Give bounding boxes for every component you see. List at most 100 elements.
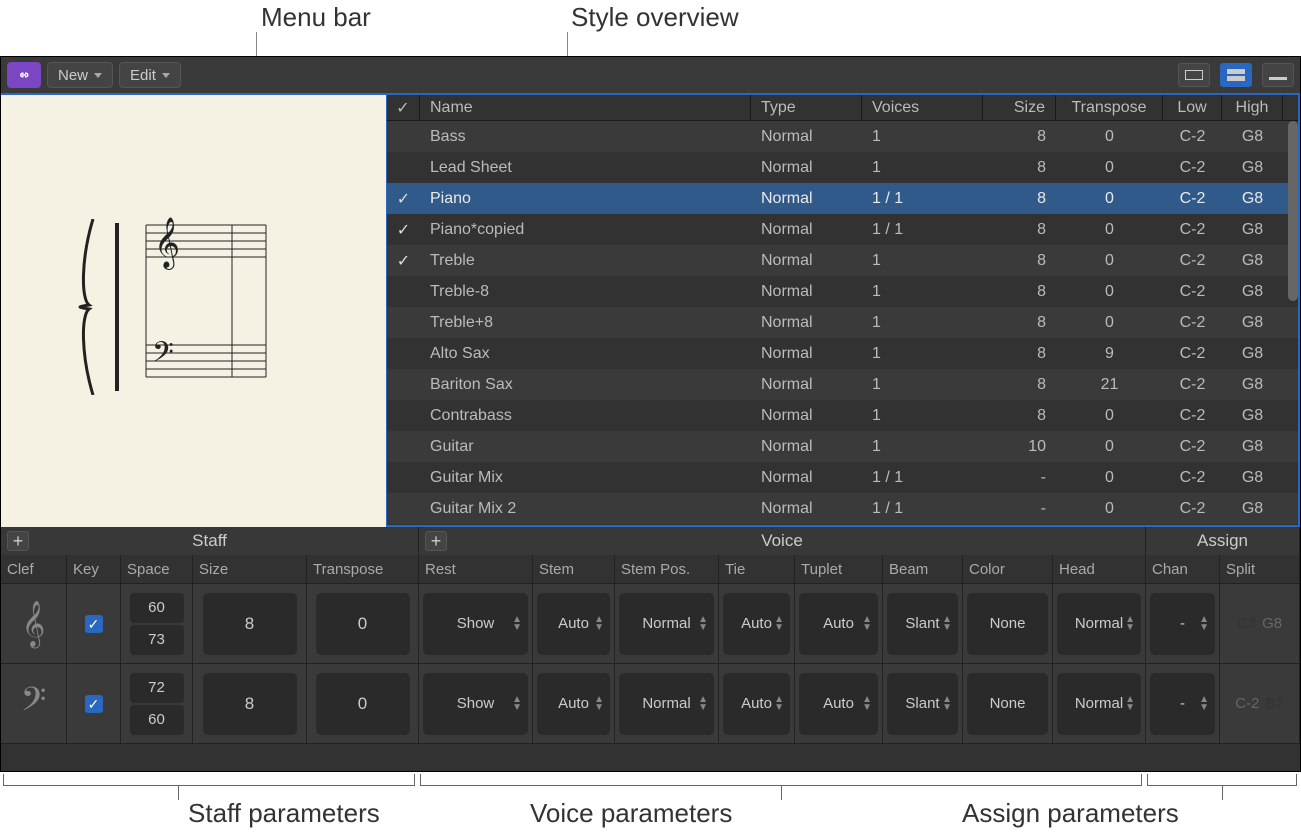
col-low[interactable]: Low xyxy=(1163,95,1222,120)
col-size[interactable]: Size xyxy=(983,95,1056,120)
hdr-head: Head xyxy=(1053,555,1146,583)
chan-select[interactable]: -▲▼ xyxy=(1150,593,1215,655)
row-check[interactable] xyxy=(387,493,420,524)
row-check[interactable] xyxy=(387,400,420,431)
new-menu[interactable]: New xyxy=(47,62,113,88)
space-top[interactable]: 72 xyxy=(130,673,184,703)
row-low: C-2 xyxy=(1163,400,1222,431)
scrollbar[interactable] xyxy=(1288,121,1298,301)
clef-icon: 𝄞 xyxy=(22,600,46,647)
view-dual[interactable] xyxy=(1220,63,1252,87)
space-bottom[interactable]: 73 xyxy=(130,625,184,655)
view-bottom-icon xyxy=(1269,70,1287,80)
col-type[interactable]: Type xyxy=(751,95,862,120)
transpose-value[interactable]: 0 xyxy=(316,593,410,655)
beam-select[interactable]: Slant▲▼ xyxy=(887,593,958,655)
chan-cell: -▲▼ xyxy=(1146,584,1220,663)
overview-row[interactable]: ✓TrebleNormal180C-2G8 xyxy=(387,245,1298,276)
row-voices: 1 xyxy=(862,245,983,276)
stepper-icon: ▲▼ xyxy=(1199,696,1209,712)
key-checkbox[interactable]: ✓ xyxy=(85,695,103,713)
transpose-value[interactable]: 0 xyxy=(316,673,410,735)
row-high: G8 xyxy=(1222,307,1283,338)
row-check[interactable]: ✓ xyxy=(387,183,420,214)
view-bottom[interactable] xyxy=(1262,63,1294,87)
split-cell[interactable]: C3G8 xyxy=(1220,584,1300,663)
row-check[interactable] xyxy=(387,338,420,369)
overview-row[interactable]: Guitar MixNormal1 / 1-0C-2G8 xyxy=(387,462,1298,493)
overview-row[interactable]: Treble+8Normal180C-2G8 xyxy=(387,307,1298,338)
row-check[interactable] xyxy=(387,152,420,183)
add-staff-button[interactable]: + xyxy=(7,531,29,551)
overview-row[interactable]: GuitarNormal1100C-2G8 xyxy=(387,431,1298,462)
row-check[interactable] xyxy=(387,462,420,493)
row-type: Normal xyxy=(751,524,862,525)
beam-select[interactable]: Slant▲▼ xyxy=(887,673,958,735)
overview-row[interactable]: Alto SaxNormal189C-2G8 xyxy=(387,338,1298,369)
col-transpose[interactable]: Transpose xyxy=(1056,95,1163,120)
row-voices: 1 xyxy=(862,338,983,369)
stempos-select[interactable]: Normal▲▼ xyxy=(619,673,714,735)
view-single[interactable] xyxy=(1178,63,1210,87)
chan-select[interactable]: -▲▼ xyxy=(1150,673,1215,735)
size-value[interactable]: 8 xyxy=(203,593,297,655)
clef-cell[interactable]: 𝄞 xyxy=(1,584,67,663)
split-cell[interactable]: C-2B2 xyxy=(1220,664,1300,743)
tuplet-select[interactable]: Auto▲▼ xyxy=(799,593,878,655)
rest-select[interactable]: Show▲▼ xyxy=(423,593,528,655)
space-bottom[interactable]: 60 xyxy=(130,705,184,735)
tie-select[interactable]: Auto▲▼ xyxy=(723,593,790,655)
row-high: G8 xyxy=(1222,524,1283,525)
bracket-line xyxy=(1222,786,1223,800)
stem-select[interactable]: Auto▲▼ xyxy=(537,673,610,735)
overview-row[interactable]: ✓PianoNormal1 / 180C-2G8 xyxy=(387,183,1298,214)
overview-row[interactable]: Guitar Mix 2Normal1 / 1-0C-2G8 xyxy=(387,493,1298,524)
col-check[interactable]: ✓ xyxy=(387,95,420,120)
head-select[interactable]: Normal▲▼ xyxy=(1057,673,1141,735)
col-name[interactable]: Name xyxy=(420,95,751,120)
row-check[interactable] xyxy=(387,431,420,462)
lower-panel: + Staff + Voice Assign Clef Key Space Si… xyxy=(1,527,1300,771)
row-size: 8 xyxy=(983,338,1056,369)
key-checkbox[interactable]: ✓ xyxy=(85,615,103,633)
key-cell: ✓ xyxy=(67,584,121,663)
row-check[interactable] xyxy=(387,524,420,525)
tie-cell: Auto▲▼ xyxy=(719,584,795,663)
space-top[interactable]: 60 xyxy=(130,593,184,623)
overview-row[interactable]: Horn in EbNormal18-3C-2G8 xyxy=(387,524,1298,525)
row-check[interactable] xyxy=(387,121,420,152)
head-select[interactable]: Normal▲▼ xyxy=(1057,593,1141,655)
tie-select[interactable]: Auto▲▼ xyxy=(723,673,790,735)
tuplet-select[interactable]: Auto▲▼ xyxy=(799,673,878,735)
overview-row[interactable]: ✓Piano*copiedNormal1 / 180C-2G8 xyxy=(387,214,1298,245)
row-type: Normal xyxy=(751,400,862,431)
color-select[interactable]: None xyxy=(967,673,1048,735)
row-check[interactable] xyxy=(387,369,420,400)
color-select[interactable]: None xyxy=(967,593,1048,655)
row-check[interactable]: ✓ xyxy=(387,214,420,245)
overview-row[interactable]: Lead SheetNormal180C-2G8 xyxy=(387,152,1298,183)
edit-menu[interactable]: Edit xyxy=(119,62,181,88)
col-high[interactable]: High xyxy=(1222,95,1283,120)
overview-row[interactable]: Treble-8Normal180C-2G8 xyxy=(387,276,1298,307)
overview-row[interactable]: Bariton SaxNormal1821C-2G8 xyxy=(387,369,1298,400)
param-header: Clef Key Space Size Transpose Rest Stem … xyxy=(1,555,1300,583)
row-check[interactable] xyxy=(387,276,420,307)
col-voices[interactable]: Voices xyxy=(862,95,983,120)
row-check[interactable]: ✓ xyxy=(387,245,420,276)
row-low: C-2 xyxy=(1163,338,1222,369)
clef-cell[interactable]: 𝄢 xyxy=(1,664,67,743)
size-value[interactable]: 8 xyxy=(203,673,297,735)
row-high: G8 xyxy=(1222,369,1283,400)
add-voice-button[interactable]: + xyxy=(425,531,447,551)
link-toggle[interactable] xyxy=(7,62,41,88)
overview-row[interactable]: ContrabassNormal180C-2G8 xyxy=(387,400,1298,431)
row-check[interactable] xyxy=(387,307,420,338)
hdr-split: Split xyxy=(1220,555,1300,583)
row-transpose: 0 xyxy=(1056,400,1163,431)
stepper-icon: ▲▼ xyxy=(1125,696,1135,712)
stempos-select[interactable]: Normal▲▼ xyxy=(619,593,714,655)
rest-select[interactable]: Show▲▼ xyxy=(423,673,528,735)
overview-row[interactable]: BassNormal180C-2G8 xyxy=(387,121,1298,152)
stem-select[interactable]: Auto▲▼ xyxy=(537,593,610,655)
